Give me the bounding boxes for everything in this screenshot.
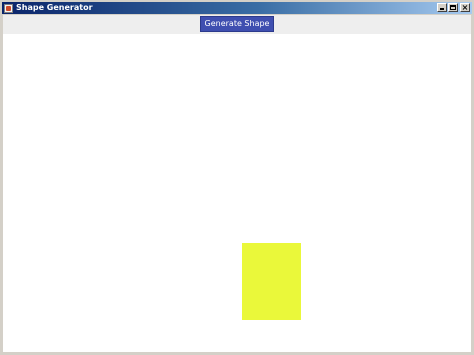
- maximize-icon: [449, 4, 457, 11]
- java-app-icon[interactable]: [4, 3, 13, 13]
- generate-shape-button[interactable]: Generate Shape: [200, 16, 274, 32]
- drawing-canvas[interactable]: [3, 34, 471, 352]
- generated-rectangle: [242, 243, 301, 320]
- maximize-button[interactable]: [448, 3, 458, 12]
- app-window: Shape Generator × Generate Shape: [0, 0, 474, 355]
- title-bar[interactable]: Shape Generator ×: [2, 2, 472, 14]
- minimize-icon: [438, 4, 446, 11]
- close-icon: ×: [461, 3, 469, 12]
- window-controls: ×: [436, 3, 470, 12]
- toolbar: Generate Shape: [3, 15, 471, 34]
- minimize-button[interactable]: [437, 3, 447, 12]
- close-button[interactable]: ×: [460, 3, 470, 12]
- window-title: Shape Generator: [16, 3, 93, 12]
